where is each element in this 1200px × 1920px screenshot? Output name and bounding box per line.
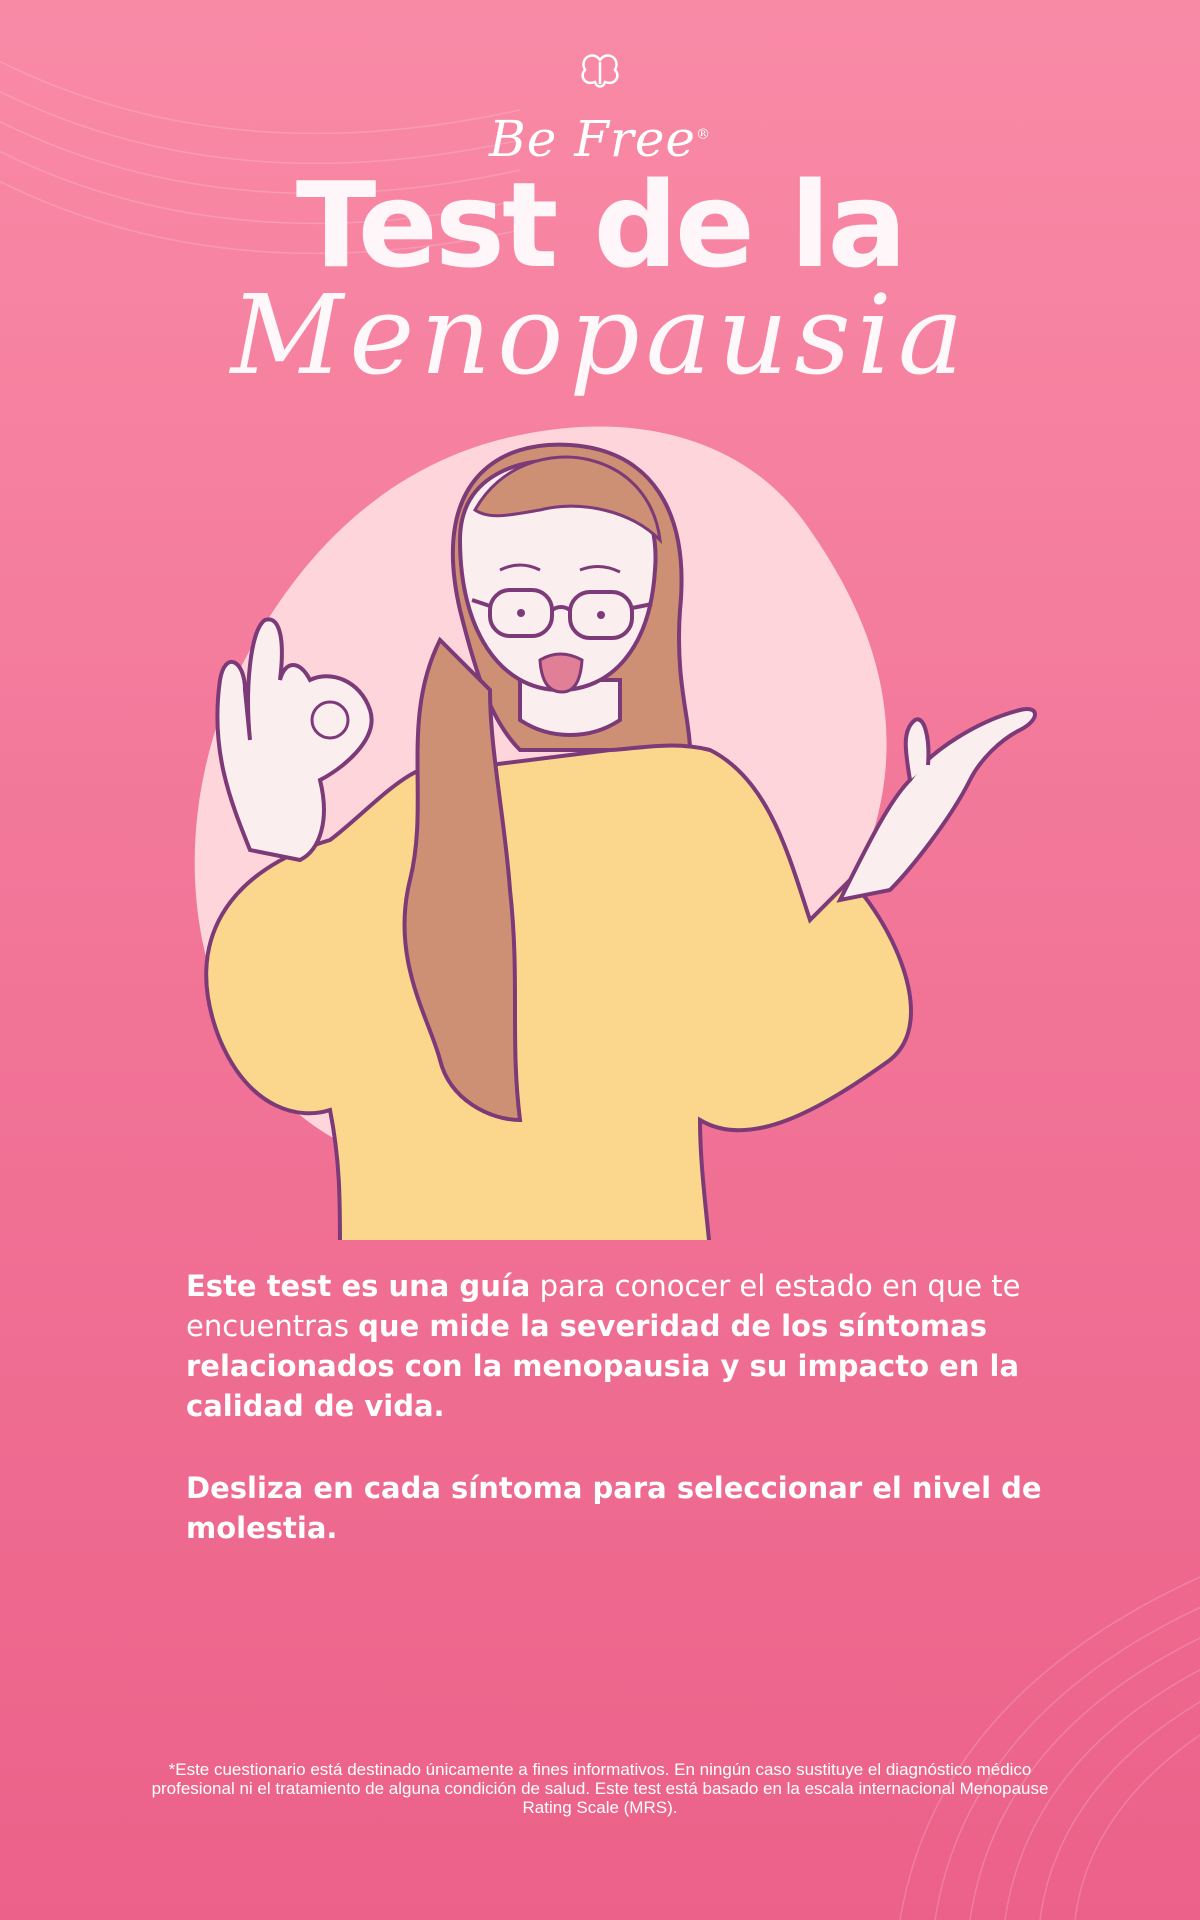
butterfly-icon [581, 54, 619, 88]
page-title-script: Menopausia [230, 271, 970, 399]
brand-logo: Be Free® [0, 52, 1200, 168]
intro-text: Este test es una guía para conocer el es… [186, 1269, 1021, 1423]
mouth [538, 652, 584, 694]
woman-illustration [194, 426, 1037, 1240]
disclaimer-text: *Este cuestionario está destinado únicam… [151, 1760, 1049, 1817]
instruction-text: Desliza en cada síntoma para seleccionar… [186, 1471, 1042, 1545]
